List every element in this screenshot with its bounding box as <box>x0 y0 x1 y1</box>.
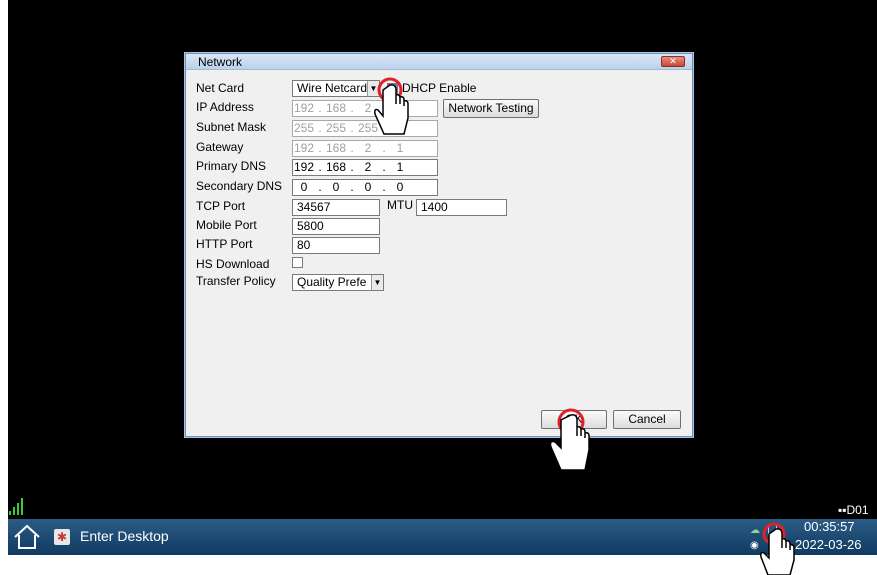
record-status-icon: ◉ <box>750 540 759 551</box>
sdns-octet-4: 0 <box>396 180 404 194</box>
enter-desktop-button[interactable]: Enter Desktop <box>80 528 169 544</box>
close-button[interactable]: ✕ <box>661 56 685 67</box>
http-port-field[interactable]: 80 <box>292 237 380 254</box>
tap-indicator-icon <box>549 408 590 471</box>
tcp-port-label: TCP Port <box>196 199 246 213</box>
tap-indicator-icon <box>374 77 409 135</box>
mtu-field[interactable]: 1400 <box>416 199 507 216</box>
transfer-policy-label: Transfer Policy <box>196 274 276 288</box>
secondary-dns-field[interactable]: 0. 0. 0. 0 <box>292 179 438 196</box>
home-icon[interactable] <box>12 523 42 551</box>
net-card-select[interactable]: Wire Netcard ▼ <box>292 80 380 97</box>
channel-indicator: ▪▪D01 <box>838 503 869 517</box>
signal-strength-icon <box>9 498 23 515</box>
gateway-label: Gateway <box>196 140 244 154</box>
pdns-octet-1: 192 <box>293 160 315 174</box>
taskbar: ✱ Enter Desktop ☁ ◉ 00:35:57 2022-03-26 <box>8 519 877 555</box>
transfer-policy-select[interactable]: Quality Prefe ▼ <box>292 274 384 291</box>
dialog-title: Network <box>198 55 243 69</box>
tcp-port-field[interactable]: 34567 <box>292 199 380 216</box>
pdns-octet-4: 1 <box>396 160 404 174</box>
network-testing-button[interactable]: Network Testing <box>443 99 539 118</box>
gw-octet-2: 168 <box>325 141 347 155</box>
network-dialog: Network ✕ Net Card Wire Netcard ▼ DHCP E… <box>185 53 693 437</box>
ip-octet-2: 168 <box>325 101 347 115</box>
secondary-dns-label: Secondary DNS <box>196 179 283 193</box>
mask-octet-2: 255 <box>325 121 347 135</box>
mobile-port-field[interactable]: 5800 <box>292 218 380 235</box>
subnet-mask-label: Subnet Mask <box>196 120 267 134</box>
mask-octet-1: 255 <box>293 121 315 135</box>
pdns-octet-2: 168 <box>325 160 347 174</box>
sdns-octet-3: 0 <box>364 180 372 194</box>
hs-download-label: HS Download <box>196 257 270 271</box>
sdns-octet-2: 0 <box>332 180 340 194</box>
ip-address-label: IP Address <box>196 100 254 114</box>
transfer-policy-value: Quality Prefe <box>297 275 367 289</box>
hs-download-checkbox[interactable] <box>292 257 303 268</box>
chevron-down-icon: ▼ <box>371 275 383 290</box>
camera-icon: ▪▪ <box>838 503 847 517</box>
http-port-label: HTTP Port <box>196 237 253 251</box>
mtu-label: MTU <box>387 198 413 212</box>
desktop-gear-icon[interactable]: ✱ <box>54 529 70 545</box>
net-card-value: Wire Netcard <box>297 81 368 95</box>
gw-octet-1: 192 <box>293 141 315 155</box>
mobile-port-label: Mobile Port <box>196 218 257 232</box>
net-card-label: Net Card <box>196 81 245 95</box>
tap-indicator-icon <box>760 522 795 575</box>
primary-dns-field[interactable]: 192. 168. 2. 1 <box>292 159 438 176</box>
sdns-octet-1: 0 <box>300 180 308 194</box>
primary-dns-label: Primary DNS <box>196 159 267 173</box>
network-status-icon: ☁ <box>750 525 760 536</box>
ip-octet-1: 192 <box>293 101 315 115</box>
dialog-titlebar: Network ✕ <box>186 54 692 70</box>
pdns-octet-3: 2 <box>364 160 372 174</box>
cancel-button[interactable]: Cancel <box>613 410 681 429</box>
clock-time: 00:35:57 <box>804 519 855 534</box>
channel-label: D01 <box>846 503 869 517</box>
